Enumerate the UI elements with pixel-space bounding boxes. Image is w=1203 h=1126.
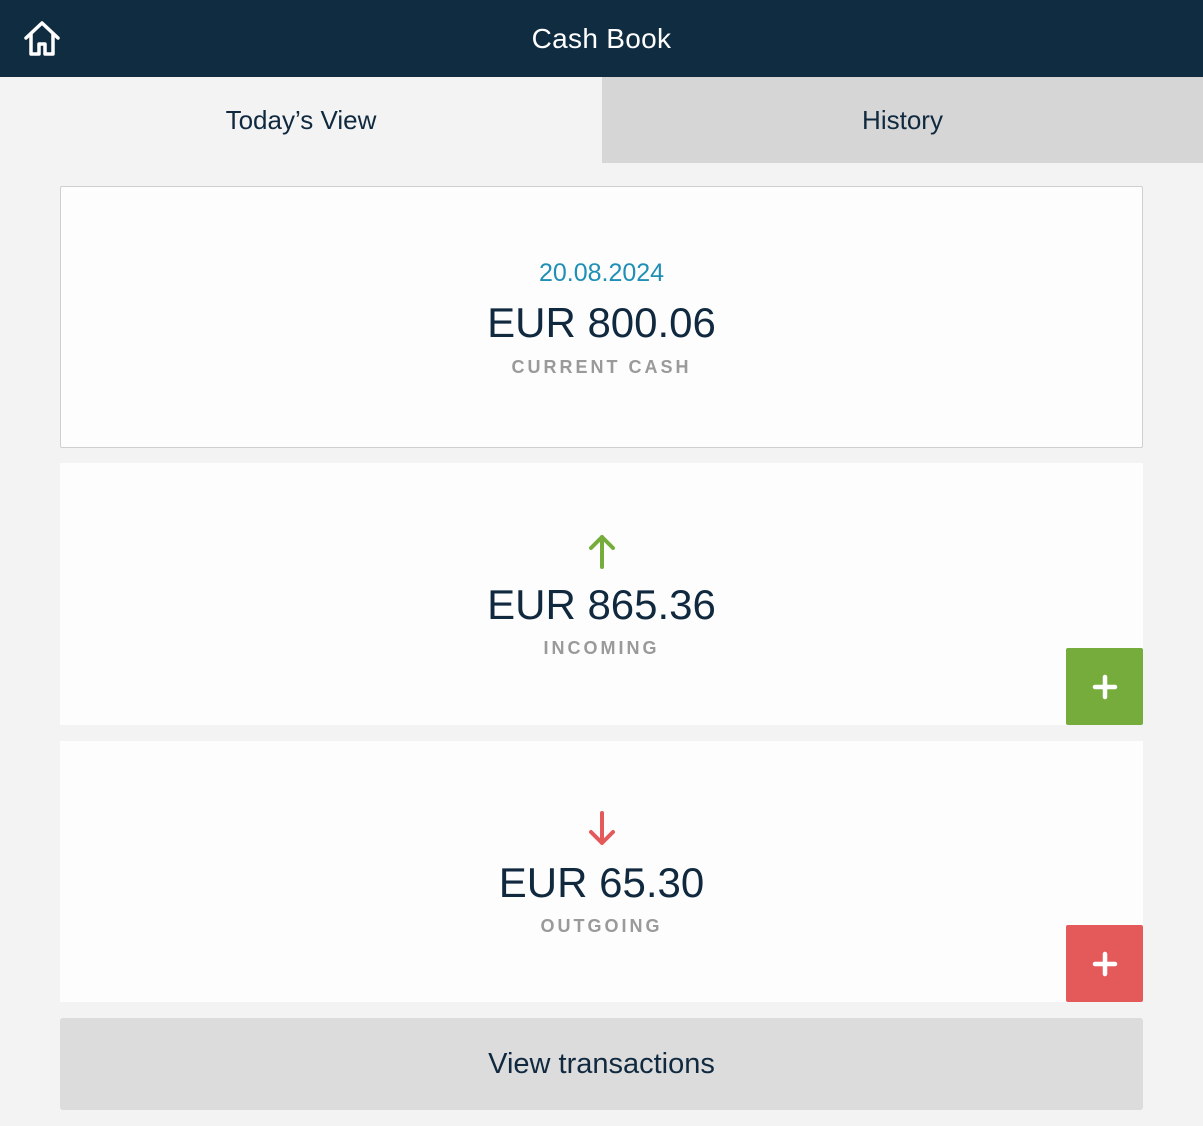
tab-todays-view[interactable]: Today’s View [0,77,602,163]
incoming-caption: INCOMING [543,638,660,658]
current-cash-caption: CURRENT CASH [511,357,692,377]
current-cash-card: 20.08.2024 EUR 800.06 CURRENT CASH [60,186,1143,448]
incoming-card: EUR 865.36 INCOMING [60,463,1143,725]
add-incoming-button[interactable] [1066,648,1143,725]
outgoing-caption: OUTGOING [540,916,663,936]
tab-history[interactable]: History [602,77,1203,163]
page-title: Cash Book [531,23,672,54]
arrow-down-icon [588,811,615,845]
outgoing-card: EUR 65.30 OUTGOING [60,741,1143,1002]
arrow-up-icon [588,535,615,569]
plus-icon [1092,674,1117,699]
view-transactions-button[interactable]: View transactions [60,1018,1143,1110]
outgoing-amount: EUR 65.30 [498,859,705,906]
incoming-amount: EUR 865.36 [487,581,716,628]
tab-bar: Today’s View History [0,77,1203,163]
add-outgoing-button[interactable] [1066,925,1143,1002]
top-bar: Cash Book [0,0,1203,77]
current-date: 20.08.2024 [538,259,665,287]
plus-icon [1092,951,1117,976]
current-cash-amount: EUR 800.06 [487,299,716,346]
